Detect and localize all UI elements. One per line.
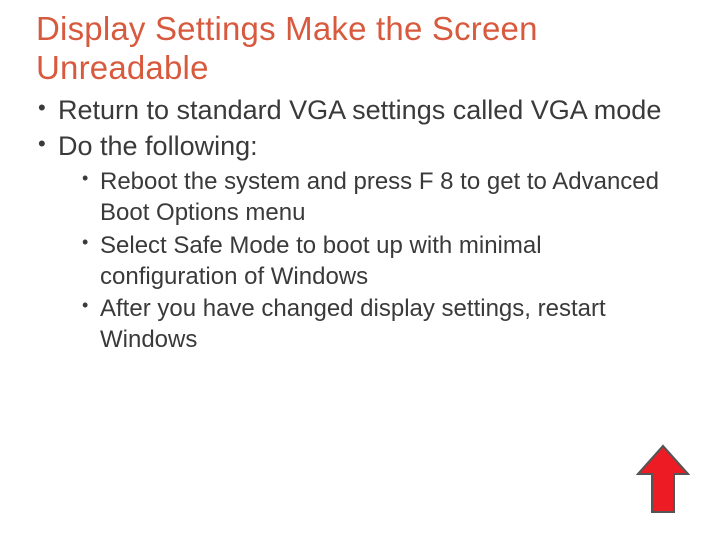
arrow-shape [638,446,688,512]
sub-bullet-item: Reboot the system and press F 8 to get t… [80,167,684,228]
up-arrow-icon [636,444,690,514]
bullet-list-level2: Reboot the system and press F 8 to get t… [58,167,684,355]
sub-bullet-item: After you have changed display settings,… [80,294,684,355]
sub-bullet-item: Select Safe Mode to boot up with minimal… [80,231,684,292]
sub-bullet-text: After you have changed display settings,… [100,295,606,353]
slide-title: Display Settings Make the Screen Unreada… [36,10,684,88]
bullet-item: Return to standard VGA settings called V… [36,94,684,128]
sub-bullet-text: Reboot the system and press F 8 to get t… [100,168,659,226]
bullet-text: Do the following: [58,131,258,161]
bullet-item: Do the following: Reboot the system and … [36,130,684,356]
bullet-text: Return to standard VGA settings called V… [58,95,661,125]
sub-bullet-text: Select Safe Mode to boot up with minimal… [100,232,542,290]
bullet-list-level1: Return to standard VGA settings called V… [36,94,684,356]
